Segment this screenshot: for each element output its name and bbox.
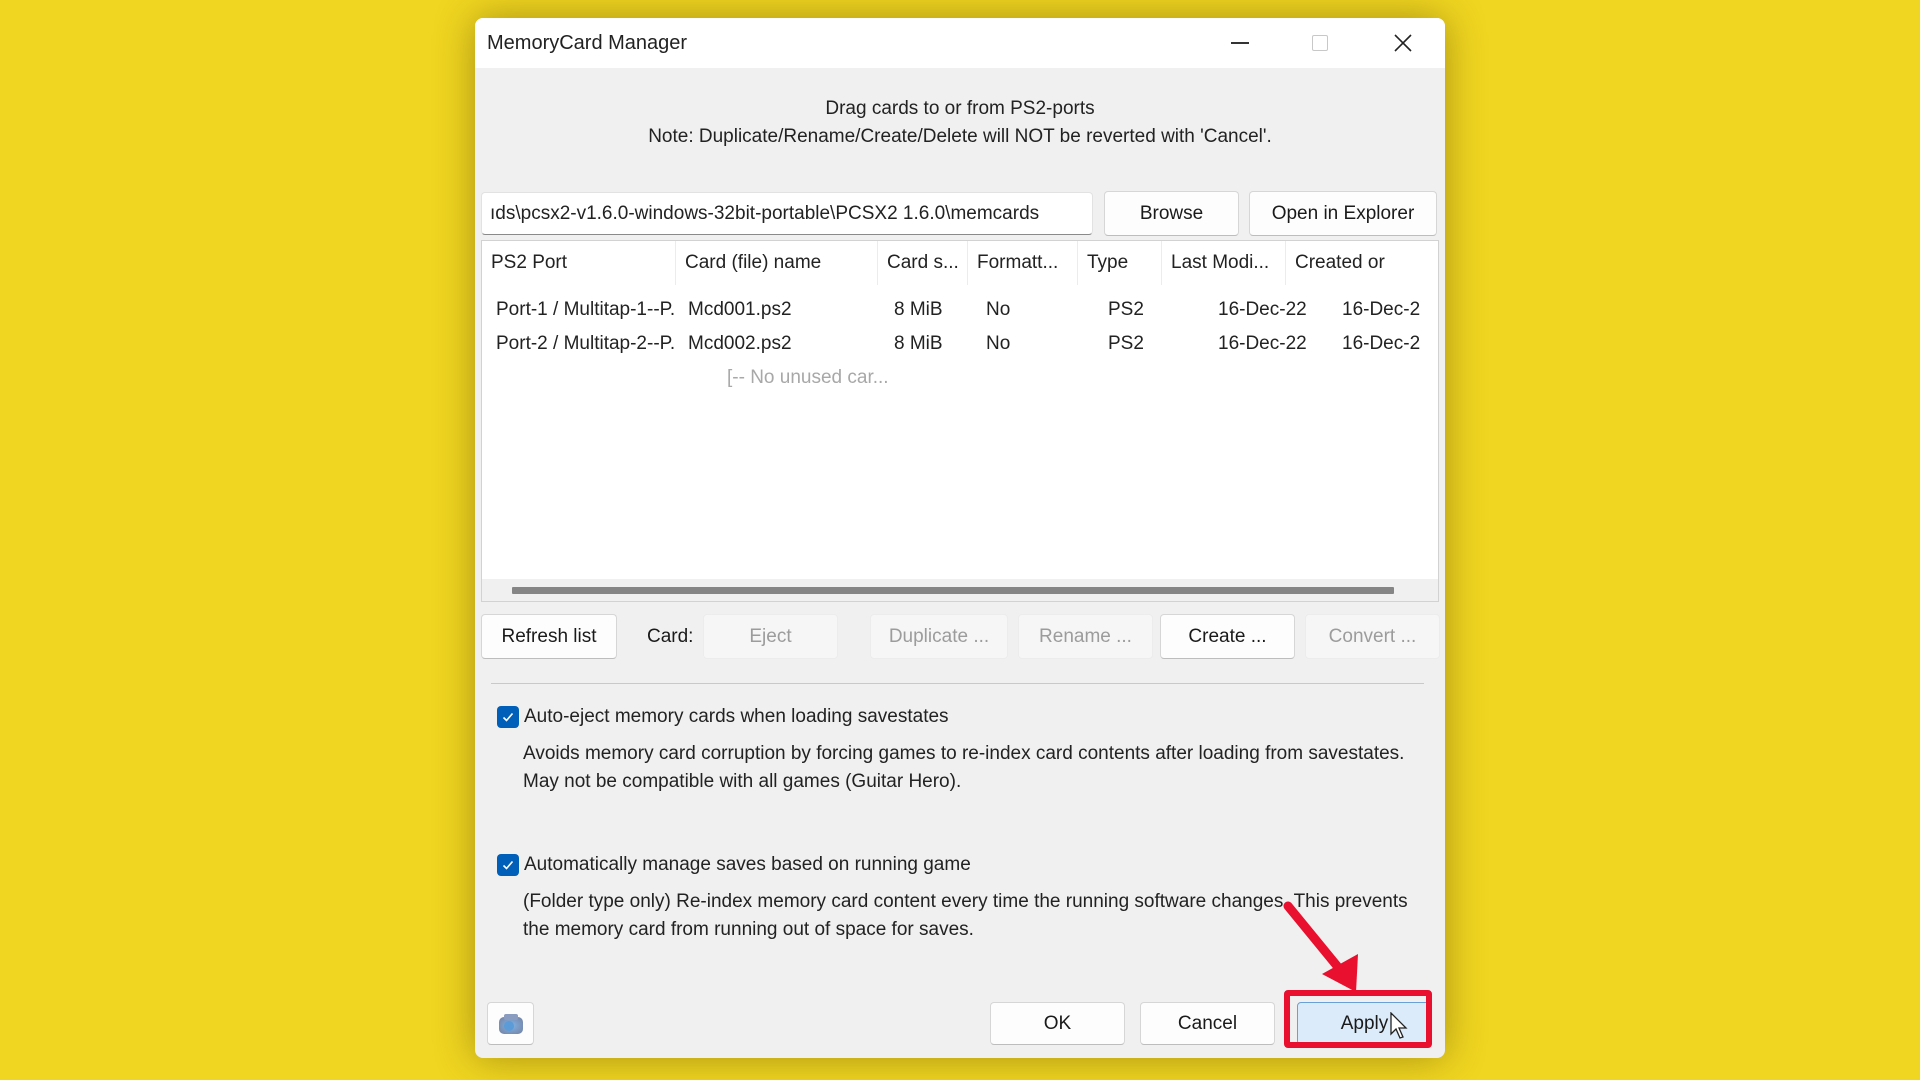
separator	[491, 683, 1424, 684]
refresh-list-button[interactable]: Refresh list	[481, 614, 617, 659]
cell-card-size: 8 MiB	[894, 299, 943, 320]
duplicate-button[interactable]: Duplicate ...	[870, 614, 1008, 659]
list-row-no-unused-cards[interactable]: [-- No unused car...	[482, 361, 1438, 395]
close-button[interactable]	[1363, 18, 1443, 68]
cell-last-modified: 16-Dec-22	[1218, 299, 1307, 320]
checkmark-icon	[502, 860, 514, 870]
cell-type: PS2	[1108, 299, 1144, 320]
cell-no-unused-cards: [-- No unused car...	[727, 367, 889, 388]
cell-created-on: 16-Dec-2	[1342, 299, 1421, 320]
auto-eject-checkbox[interactable]	[497, 706, 519, 728]
auto-manage-saves-checkbox[interactable]	[497, 854, 519, 876]
minimize-icon	[1231, 42, 1249, 44]
list-header: PS2 Port Card (file) name Card s... Form…	[482, 241, 1438, 285]
horizontal-scrollbar-thumb[interactable]	[512, 587, 1394, 594]
column-header-card-size[interactable]: Card s...	[878, 241, 968, 285]
eject-button[interactable]: Eject	[703, 614, 838, 659]
ok-button[interactable]: OK	[990, 1002, 1125, 1045]
cell-card-name: Mcd002.ps2	[688, 333, 792, 354]
list-row[interactable]: Port-2 / Multitap-2--P... Mcd002.ps2 8 M…	[482, 327, 1438, 361]
browse-button[interactable]: Browse	[1104, 191, 1239, 236]
column-header-created-on[interactable]: Created or	[1286, 241, 1438, 285]
open-in-explorer-button[interactable]: Open in Explorer	[1249, 191, 1437, 236]
cell-formatted: No	[986, 299, 1011, 320]
column-header-type[interactable]: Type	[1078, 241, 1162, 285]
rename-button[interactable]: Rename ...	[1018, 614, 1153, 659]
cell-port: Port-1 / Multitap-1--P...	[496, 299, 676, 320]
cell-port: Port-2 / Multitap-2--P...	[496, 333, 676, 354]
auto-manage-saves-label[interactable]: Automatically manage saves based on runn…	[524, 854, 971, 876]
horizontal-scrollbar[interactable]	[482, 579, 1438, 601]
cell-created-on: 16-Dec-2	[1342, 333, 1421, 354]
cancel-button[interactable]: Cancel	[1140, 1002, 1275, 1045]
column-header-formatted[interactable]: Formatt...	[968, 241, 1078, 285]
cell-card-name: Mcd001.ps2	[688, 299, 792, 320]
list-row[interactable]: Port-1 / Multitap-1--P... Mcd001.ps2 8 M…	[482, 293, 1438, 327]
cell-type: PS2	[1108, 333, 1144, 354]
path-value: ıds\pcsx2-v1.6.0-windows-32bit-portable\…	[490, 203, 1040, 224]
column-header-card-name[interactable]: Card (file) name	[676, 241, 878, 285]
drag-instruction: Drag cards to or from PS2-ports	[825, 98, 1095, 119]
cell-formatted: No	[986, 333, 1011, 354]
memory-card-icon	[498, 1013, 523, 1034]
convert-button[interactable]: Convert ...	[1305, 614, 1440, 659]
window-title: MemoryCard Manager	[487, 32, 688, 54]
auto-eject-description: Avoids memory card corruption by forcing…	[523, 743, 1405, 792]
revert-note: Note: Duplicate/Rename/Create/Delete wil…	[648, 126, 1272, 147]
cell-last-modified: 16-Dec-22	[1218, 333, 1307, 354]
checkmark-icon	[502, 712, 514, 722]
memcard-folder-path-input[interactable]: ıds\pcsx2-v1.6.0-windows-32bit-portable\…	[481, 192, 1093, 235]
annotation-arrow-icon	[1283, 901, 1358, 992]
create-button[interactable]: Create ...	[1160, 614, 1295, 659]
minimize-button[interactable]	[1200, 18, 1280, 68]
card-label: Card:	[647, 626, 694, 647]
auto-eject-label[interactable]: Auto-eject memory cards when loading sav…	[524, 706, 949, 728]
maximize-button[interactable]	[1280, 18, 1360, 68]
close-icon	[1394, 34, 1412, 52]
cell-card-size: 8 MiB	[894, 333, 943, 354]
column-header-ps2-port[interactable]: PS2 Port	[482, 241, 676, 285]
column-header-last-modified[interactable]: Last Modi...	[1162, 241, 1286, 285]
memory-card-icon-button[interactable]	[487, 1002, 534, 1045]
mouse-cursor-icon	[1390, 1012, 1408, 1039]
title-bar[interactable]: MemoryCard Manager	[475, 18, 1445, 68]
maximize-icon	[1312, 35, 1328, 51]
memory-card-list[interactable]: PS2 Port Card (file) name Card s... Form…	[481, 240, 1439, 602]
